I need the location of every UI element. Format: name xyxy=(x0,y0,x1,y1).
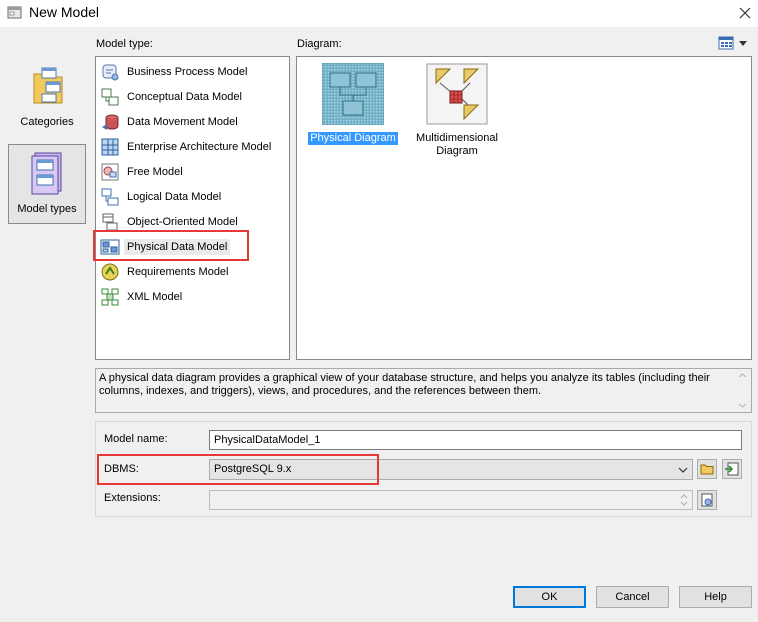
diagram-item-physical[interactable]: Physical Diagram xyxy=(305,62,401,145)
diagram-label: Diagram: xyxy=(297,38,342,50)
list-item[interactable]: Enterprise Architecture Model xyxy=(100,136,271,158)
close-icon xyxy=(739,7,751,19)
annotation-highlight-model-type xyxy=(93,230,249,261)
cancel-button[interactable]: Cancel xyxy=(596,586,669,608)
model-types-button[interactable]: Model types xyxy=(8,144,86,224)
extensions-select-button[interactable] xyxy=(697,490,717,510)
physical-diagram-icon xyxy=(321,62,385,126)
extensions-field[interactable] xyxy=(209,490,693,510)
description-scrollbar[interactable] xyxy=(734,369,751,412)
categories-button[interactable]: Categories xyxy=(8,57,86,137)
annotation-highlight-dbms xyxy=(97,454,379,485)
chevron-down-icon xyxy=(739,41,747,46)
list-item[interactable]: Conceptual Data Model xyxy=(100,86,242,108)
title-bar xyxy=(0,0,758,27)
multidimensional-diagram-icon xyxy=(426,63,488,125)
data-movement-icon xyxy=(102,114,119,130)
scroll-down-icon xyxy=(738,403,747,408)
xml-model-icon xyxy=(101,288,119,306)
model-types-icon xyxy=(31,152,62,195)
diagram-label-physical: Physical Diagram xyxy=(308,132,398,145)
model-types-label: Model types xyxy=(17,203,77,215)
import-dbms-button[interactable] xyxy=(722,459,742,479)
object-oriented-icon xyxy=(102,213,118,231)
free-model-icon xyxy=(101,163,119,181)
list-item[interactable]: Requirements Model xyxy=(100,261,229,283)
close-button[interactable] xyxy=(734,2,756,24)
categories-folder-icon xyxy=(33,67,63,104)
conceptual-data-icon xyxy=(101,88,119,106)
app-icon xyxy=(7,5,22,20)
view-mode-button[interactable] xyxy=(718,36,750,51)
diagram-item-multidimensional[interactable]: Multidimensional Diagram xyxy=(409,63,505,158)
spinner-icon[interactable] xyxy=(678,493,690,507)
extension-picker-icon xyxy=(701,493,713,507)
window-title: New Model xyxy=(29,4,100,20)
list-item[interactable]: Data Movement Model xyxy=(100,111,238,133)
folder-icon xyxy=(700,464,714,475)
list-item[interactable]: Logical Data Model xyxy=(100,186,221,208)
help-button[interactable]: Help xyxy=(679,586,752,608)
model-type-list[interactable]: Business Process Model Conceptual Data M… xyxy=(95,56,290,360)
import-icon xyxy=(725,462,739,476)
list-item[interactable]: Free Model xyxy=(100,161,183,183)
model-type-label: Model type: xyxy=(96,38,153,50)
diagram-label-multidimensional: Multidimensional Diagram xyxy=(416,132,498,157)
extensions-label: Extensions: xyxy=(104,492,161,504)
categories-label: Categories xyxy=(20,116,74,128)
requirements-icon xyxy=(101,263,119,281)
ok-button[interactable]: OK xyxy=(513,586,586,608)
model-name-input[interactable] xyxy=(209,430,742,450)
chevron-down-icon xyxy=(678,467,688,473)
description-text: A physical data diagram provides a graph… xyxy=(99,372,710,397)
model-name-label: Model name: xyxy=(104,433,168,445)
enterprise-architecture-icon xyxy=(101,138,119,156)
list-item[interactable]: XML Model xyxy=(100,286,182,308)
model-description: A physical data diagram provides a graph… xyxy=(95,368,752,413)
diagram-list[interactable]: Physical Diagram Multidimensional Diagra… xyxy=(296,56,752,360)
list-item[interactable]: Business Process Model xyxy=(100,61,247,83)
scroll-up-icon xyxy=(738,373,747,378)
browse-dbms-button[interactable] xyxy=(697,459,717,479)
logical-data-icon xyxy=(101,188,119,206)
business-process-icon xyxy=(102,64,119,81)
